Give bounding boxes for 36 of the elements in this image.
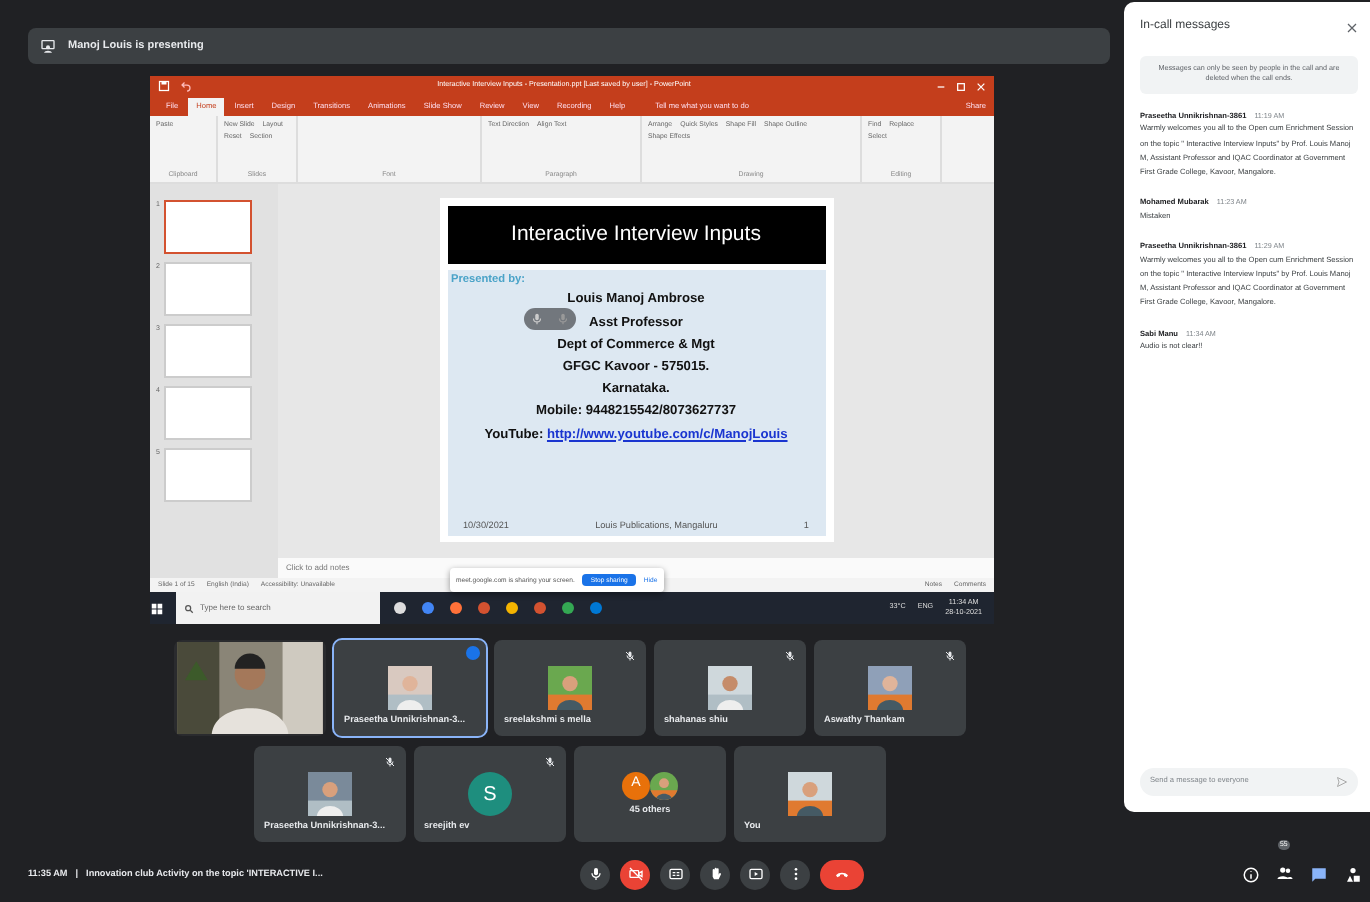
slide-thumbnail[interactable] [163,262,252,316]
info-icon [1242,865,1260,883]
mic-icon [587,866,603,882]
minimize-icon[interactable] [936,81,946,91]
present-button[interactable] [740,859,770,889]
people-button[interactable] [1276,864,1294,882]
raise-hand-button[interactable] [700,859,730,889]
more-button[interactable] [780,859,810,889]
captions-button[interactable] [660,859,690,889]
avatar-initial: S [468,772,512,816]
close-icon[interactable] [1346,21,1358,33]
present-icon [747,866,763,882]
activities-button[interactable] [1344,865,1362,883]
presenting-icon [40,38,56,54]
slide-thumbnail[interactable] [163,200,252,254]
slide-title: Interactive Interview Inputs [447,206,825,264]
windows-icon[interactable] [150,601,164,615]
camera-off-icon [627,866,643,882]
slide-thumbnail[interactable] [163,324,252,378]
info-button[interactable] [1242,865,1260,883]
save-icon[interactable] [158,80,170,92]
mic-icon[interactable] [530,312,544,326]
search-icon [184,603,194,613]
leave-call-button[interactable] [820,859,864,889]
captions-icon [667,866,683,882]
mic-button[interactable] [580,859,610,889]
camera-button[interactable] [620,859,650,889]
hand-icon [707,866,723,882]
maximize-icon[interactable] [956,81,966,91]
slide-thumbnail[interactable] [163,448,252,502]
shapes-icon [1344,865,1362,883]
chat-button[interactable] [1310,865,1328,883]
people-icon [1276,864,1294,882]
chat-icon [1310,865,1328,883]
slide-thumbnail[interactable] [163,386,252,440]
undo-icon[interactable] [180,80,192,92]
